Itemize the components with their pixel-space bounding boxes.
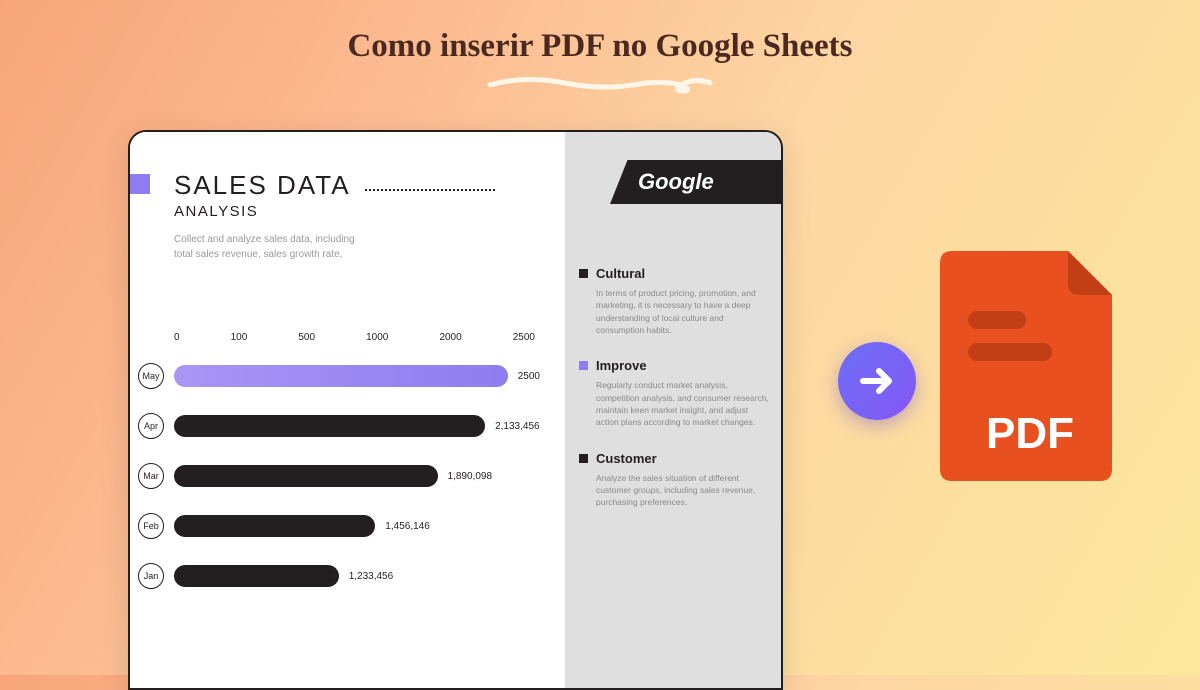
- bar-label: Feb: [138, 513, 164, 539]
- bar-fill: [174, 565, 339, 587]
- bar-value: 1,890,098: [448, 471, 493, 482]
- side-item-head: Cultural: [579, 266, 771, 281]
- bar-fill: [174, 415, 485, 437]
- bar-label: Apr: [138, 413, 164, 439]
- axis-tick: 1000: [366, 332, 388, 343]
- axis-tick: 500: [298, 332, 315, 343]
- side-item: Cultural In terms of product pricing, pro…: [579, 266, 771, 336]
- side-item: Improve Regularly conduct market analysis…: [579, 358, 771, 428]
- bar-track: 1,890,098: [174, 465, 540, 487]
- title-dots: [365, 189, 495, 191]
- bar-value: 1,456,146: [385, 521, 430, 532]
- report-description: Collect and analyze sales data, includin…: [174, 232, 364, 262]
- bar-track: 1,233,456: [174, 565, 540, 587]
- bar-row: May 2500: [130, 362, 540, 390]
- side-item-title: Customer: [596, 451, 657, 466]
- bar-fill: [174, 515, 375, 537]
- report-subtitle: ANALYSIS: [174, 203, 553, 220]
- side-item: Customer Analyze the sales situation of d…: [579, 451, 771, 509]
- bar-value: 2,133,456: [495, 421, 540, 432]
- bar-fill: [174, 365, 508, 387]
- bar-row: Jan 1,233,456: [130, 562, 540, 590]
- bar-track: 2500: [174, 365, 540, 387]
- bar-value: 1,233,456: [349, 571, 394, 582]
- bar-row: Feb 1,456,146: [130, 512, 540, 540]
- side-item-body: Analyze the sales situation of different…: [596, 472, 771, 509]
- title-underline: [485, 73, 715, 97]
- side-item-body: Regularly conduct market analysis, compe…: [596, 379, 771, 428]
- chart-axis: 0 100 500 1000 2000 2500: [174, 332, 535, 343]
- bar-label: May: [138, 363, 164, 389]
- axis-tick: 100: [231, 332, 248, 343]
- accent-square: [130, 174, 150, 194]
- svg-text:PDF: PDF: [986, 409, 1074, 458]
- side-item-title: Improve: [596, 358, 647, 373]
- bar-row: Mar 1,890,098: [130, 462, 540, 490]
- report-title: SALES DATA: [174, 170, 351, 201]
- google-tab: Google: [610, 160, 783, 204]
- report-panel: SALES DATA ANALYSIS Collect and analyze …: [128, 130, 783, 690]
- bar-chart: May 2500 Apr 2,133,456 Mar 1,890,098 Feb 1,456,…: [130, 362, 540, 612]
- axis-tick: 2500: [513, 332, 535, 343]
- bar-row: Apr 2,133,456: [130, 412, 540, 440]
- side-item-head: Customer: [579, 451, 771, 466]
- bar-track: 2,133,456: [174, 415, 540, 437]
- arrow-right-icon: [838, 342, 916, 420]
- panel-right: Google Cultural In terms of product prici…: [565, 132, 783, 688]
- side-item-body: In terms of product pricing, promotion, …: [596, 287, 771, 336]
- panel-left: SALES DATA ANALYSIS Collect and analyze …: [130, 132, 565, 688]
- bullet-icon: [579, 361, 588, 370]
- page-title: Como inserir PDF no Google Sheets: [0, 0, 1200, 65]
- bar-label: Mar: [138, 463, 164, 489]
- side-item-head: Improve: [579, 358, 771, 373]
- side-item-title: Cultural: [596, 266, 645, 281]
- bar-fill: [174, 465, 438, 487]
- bullet-icon: [579, 269, 588, 278]
- bullet-icon: [579, 454, 588, 463]
- side-list: Cultural In terms of product pricing, pro…: [579, 266, 771, 530]
- title-block: SALES DATA ANALYSIS Collect and analyze …: [174, 170, 553, 262]
- bar-label: Jan: [138, 563, 164, 589]
- pdf-file-icon: PDF: [932, 243, 1128, 489]
- axis-tick: 2000: [439, 332, 461, 343]
- bar-track: 1,456,146: [174, 515, 540, 537]
- axis-tick: 0: [174, 332, 180, 343]
- bar-value: 2500: [518, 371, 540, 382]
